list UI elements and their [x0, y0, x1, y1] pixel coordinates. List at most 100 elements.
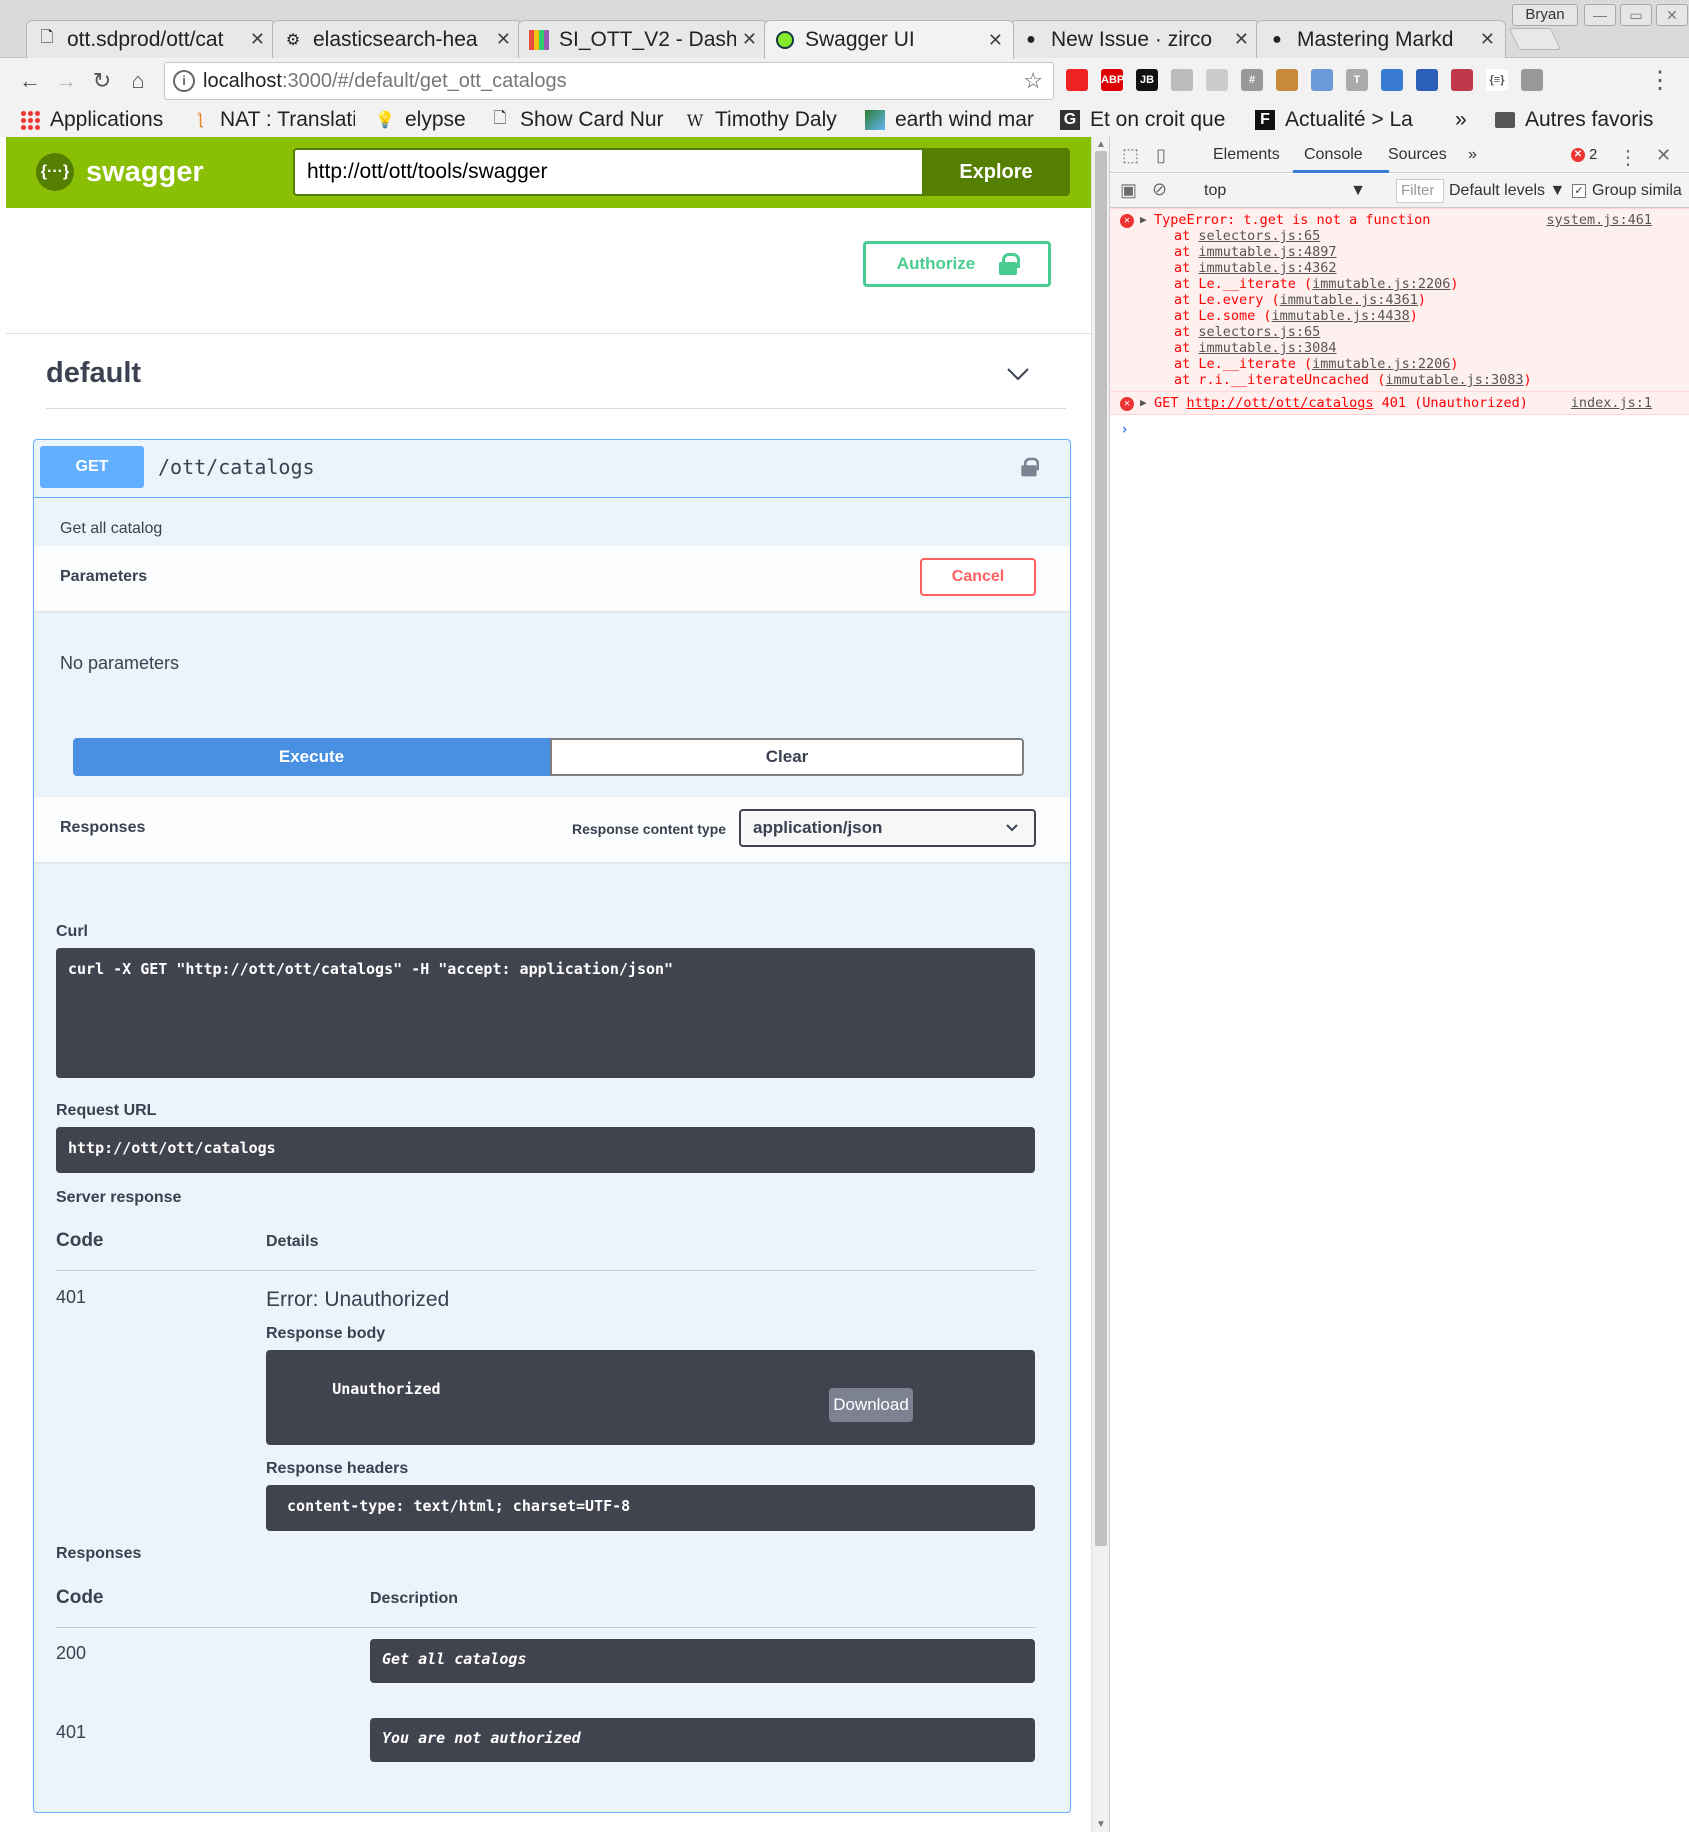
bookmark-earth-wind-map[interactable]: earth wind mar — [865, 108, 1040, 132]
bookmark-elypse[interactable]: 💡 elypse — [375, 108, 470, 132]
bookmark-timothy-daly[interactable]: W Timothy Daly — [685, 108, 845, 132]
console-prompt[interactable]: › — [1120, 420, 1129, 438]
spec-url-input[interactable]: http://ott/ott/tools/swagger — [293, 148, 925, 196]
devtools-tab-console[interactable]: Console — [1304, 146, 1363, 164]
bookmark-et-on-croit[interactable]: G Et on croit que — [1060, 108, 1235, 132]
forward-icon[interactable]: → — [52, 67, 80, 95]
error-count-badge[interactable]: ✕ 2 — [1571, 146, 1597, 163]
close-tab-icon[interactable]: ✕ — [496, 29, 511, 50]
address-bar[interactable]: i localhost:3000/#/default/get_ott_catal… — [164, 62, 1054, 100]
bookmark-star-icon[interactable]: ☆ — [1023, 68, 1043, 94]
devtools-menu-icon[interactable]: ⋮ — [1618, 145, 1638, 170]
close-devtools-icon[interactable]: ✕ — [1656, 145, 1671, 166]
more-tabs-button[interactable]: » — [1468, 146, 1477, 164]
explore-button[interactable]: Explore — [922, 148, 1070, 196]
scroll-down-icon[interactable]: ▼ — [1096, 1819, 1106, 1830]
stack-frame-link[interactable]: immutable.js:4897 — [1198, 244, 1336, 260]
extension-icon[interactable]: # — [1241, 69, 1263, 91]
clear-console-icon[interactable]: ⊘ — [1152, 179, 1167, 200]
close-tab-icon[interactable]: ✕ — [1234, 29, 1249, 50]
extension-icon[interactable] — [1206, 69, 1228, 91]
browser-menu-icon[interactable]: ⋮ — [1646, 67, 1674, 95]
lock-icon[interactable] — [1021, 457, 1040, 477]
stack-frame-link[interactable]: selectors.js:65 — [1198, 228, 1320, 244]
checkbox-checked-icon[interactable]: ✓ — [1572, 184, 1586, 198]
response-headers[interactable]: content-type: text/html; charset=UTF-8 — [266, 1485, 1035, 1531]
error-source-link[interactable]: system.js:461 — [1546, 212, 1652, 228]
close-tab-icon[interactable]: ✕ — [988, 30, 1003, 51]
extension-icon[interactable] — [1066, 69, 1088, 91]
tab-si-ott-dashboard[interactable]: SI_OTT_V2 - Dash ✕ — [518, 20, 768, 58]
profile-button[interactable]: Bryan — [1512, 4, 1578, 26]
log-levels-dropdown[interactable]: Default levels ▼ — [1449, 182, 1565, 200]
extension-icon[interactable] — [1451, 69, 1473, 91]
site-info-icon[interactable]: i — [173, 70, 195, 92]
devtools-tab-sources[interactable]: Sources — [1388, 146, 1447, 164]
response-content-type-select[interactable]: application/json — [739, 809, 1036, 847]
more-bookmarks-button[interactable]: » — [1455, 108, 1475, 132]
close-tab-icon[interactable]: ✕ — [742, 29, 757, 50]
tab-new-issue[interactable]: ● New Issue · zirco ✕ — [1010, 20, 1260, 58]
bookmark-nat[interactable]: ƪ NAT : Translatio — [190, 108, 355, 132]
tab-ott-sdprod[interactable]: 🗋 ott.sdprod/ott/cat ✕ — [26, 20, 276, 58]
chevron-down-icon[interactable] — [1006, 362, 1030, 386]
console-filter-input[interactable]: Filter — [1396, 179, 1444, 203]
error-source-link[interactable]: index.js:1 — [1571, 395, 1652, 411]
extension-icon[interactable] — [1171, 69, 1193, 91]
tab-elasticsearch-head[interactable]: ⚙ elasticsearch-hea ✕ — [272, 20, 522, 58]
tab-swagger-ui[interactable]: Swagger UI ✕ — [764, 20, 1014, 59]
cancel-button[interactable]: Cancel — [920, 558, 1036, 596]
extension-icon[interactable] — [1381, 69, 1403, 91]
extension-icon[interactable] — [1311, 69, 1333, 91]
expand-triangle-icon[interactable]: ▶ — [1140, 395, 1147, 411]
extension-icon[interactable]: T — [1346, 69, 1368, 91]
group-similar-toggle[interactable]: ✓ Group simila — [1572, 182, 1682, 200]
console-error-get[interactable]: ✕ ▶ GET http://ott/ott/catalogs 401 (Una… — [1110, 392, 1689, 415]
clear-button[interactable]: Clear — [550, 738, 1024, 776]
operation-summary[interactable]: GET /ott/catalogs — [34, 440, 1070, 498]
scroll-up-icon[interactable]: ▲ — [1096, 139, 1106, 150]
close-window-button[interactable]: ✕ — [1656, 4, 1688, 26]
minimize-button[interactable]: — — [1584, 4, 1616, 26]
authorize-button[interactable]: Authorize — [863, 241, 1051, 287]
maximize-button[interactable]: ▭ — [1620, 4, 1652, 26]
stack-frame-link[interactable]: immutable.js:4438 — [1272, 308, 1410, 324]
execute-button[interactable]: Execute — [73, 738, 550, 776]
request-url-link[interactable]: http://ott/ott/catalogs — [1187, 395, 1374, 411]
bookmark-actualite[interactable]: F Actualité > La — [1255, 108, 1435, 132]
console-error-typeerror[interactable]: ✕ ▶ TypeError: t.get is not a function s… — [1110, 208, 1689, 392]
stack-frame-link[interactable]: immutable.js:2206 — [1312, 276, 1450, 292]
extension-icon[interactable] — [1416, 69, 1438, 91]
swagger-logo[interactable]: {···} swagger — [36, 153, 204, 191]
request-url[interactable]: http://ott/ott/catalogs — [56, 1127, 1035, 1173]
extension-icon[interactable]: ABP — [1101, 69, 1124, 91]
stack-frame-link[interactable]: immutable.js:3083 — [1385, 372, 1523, 388]
new-tab-button[interactable] — [1508, 28, 1562, 50]
extension-icon[interactable]: JB — [1136, 69, 1158, 91]
inspect-element-icon[interactable]: ⬚ — [1122, 145, 1139, 166]
device-toolbar-icon[interactable]: ▯ — [1156, 145, 1166, 166]
response-body[interactable]: Unauthorized Download — [266, 1350, 1035, 1445]
context-selector[interactable]: top ▼ — [1204, 182, 1366, 200]
bookmark-autres-favoris[interactable]: Autres favoris — [1495, 108, 1670, 132]
close-tab-icon[interactable]: ✕ — [1480, 29, 1495, 50]
reload-icon[interactable]: ↻ — [88, 67, 116, 95]
expand-triangle-icon[interactable]: ▶ — [1140, 212, 1147, 228]
stack-frame-link[interactable]: immutable.js:4361 — [1280, 292, 1418, 308]
stack-frame-link[interactable]: selectors.js:65 — [1198, 324, 1320, 340]
download-button[interactable]: Download — [829, 1388, 913, 1422]
scrollbar-thumb[interactable] — [1095, 151, 1107, 1546]
back-icon[interactable]: ← — [16, 67, 44, 95]
extension-icon[interactable]: {≡} — [1486, 69, 1508, 91]
stack-frame-link[interactable]: immutable.js:3084 — [1198, 340, 1336, 356]
bookmark-show-card[interactable]: 🗋 Show Card Nur — [490, 108, 665, 132]
extension-icon[interactable] — [1521, 69, 1543, 91]
close-tab-icon[interactable]: ✕ — [250, 29, 265, 50]
sidebar-toggle-icon[interactable]: ▣ — [1120, 180, 1137, 201]
stack-frame-link[interactable]: immutable.js:2206 — [1312, 356, 1450, 372]
page-scrollbar[interactable]: ▲ ▼ — [1091, 137, 1109, 1832]
stack-frame-link[interactable]: immutable.js:4362 — [1198, 260, 1336, 276]
tab-mastering-markdown[interactable]: ● Mastering Markd ✕ — [1256, 20, 1506, 58]
home-icon[interactable]: ⌂ — [124, 67, 152, 95]
curl-command[interactable]: curl -X GET "http://ott/ott/catalogs" -H… — [56, 948, 1035, 1078]
